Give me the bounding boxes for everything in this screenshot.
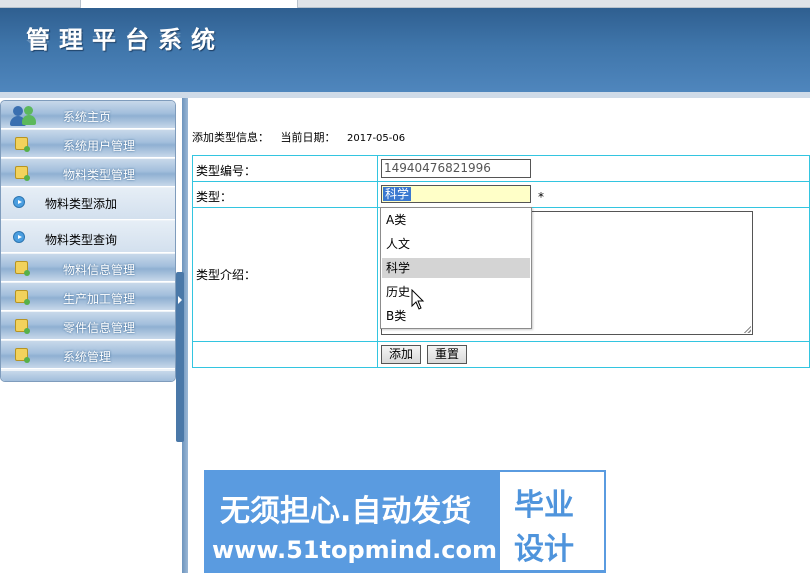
sidebar-item-label: 生产加工管理 <box>63 292 136 306</box>
type-label-cell: 类型： <box>192 181 378 208</box>
browser-tab-strip <box>0 0 810 8</box>
sidebar-item-label: 物料类型查询 <box>45 233 118 247</box>
watermark-badge-bottom: 设计 <box>514 532 574 567</box>
page-info: 添加类型信息： 当前日期： 2017-05-06 <box>192 129 413 145</box>
reset-button[interactable]: 重置 <box>427 345 467 364</box>
code-label-cell: 类型编号： <box>192 155 378 182</box>
sidebar-item-label: 系统用户管理 <box>63 139 136 153</box>
type-select[interactable]: 科学 <box>381 185 531 203</box>
watermark-badge: 毕业 设计 <box>500 472 604 570</box>
browser-tab[interactable] <box>80 0 298 8</box>
sidebar-item-material-type-management[interactable]: 物料类型管理 <box>1 159 175 187</box>
users-icon <box>9 104 39 128</box>
watermark-badge-top: 毕业 <box>514 488 574 523</box>
sidebar-item-label: 物料信息管理 <box>63 263 136 277</box>
chevron-right-icon <box>178 296 182 304</box>
button-label-cell <box>192 341 378 368</box>
type-select-cell: 科学 * <box>377 181 810 208</box>
watermark-slogan: 无须担心.自动发货 <box>220 494 472 529</box>
date-label: 当前日期： <box>280 131 336 144</box>
page-title: 添加类型信息： <box>192 131 269 144</box>
arrow-right-icon <box>13 196 25 208</box>
arrow-right-icon <box>13 231 25 243</box>
app-title-reflection: 管理平台系统 <box>26 30 224 44</box>
intro-label: 类型介绍： <box>196 268 257 282</box>
sidebar: 系统主页 系统用户管理 物料类型管理 物料类型添加 物料类型查询 物料信息管理 … <box>0 98 176 573</box>
intro-label-cell: 类型介绍： <box>192 207 378 342</box>
sidebar-subitem-add-material-type[interactable]: 物料类型添加 <box>1 188 175 220</box>
type-dropdown-list: A类 人文 科学 历史 B类 <box>380 207 532 329</box>
sidebar-item-user-management[interactable]: 系统用户管理 <box>1 130 175 158</box>
sidebar-item-label: 物料类型添加 <box>45 197 118 211</box>
type-label: 类型： <box>196 190 233 204</box>
folder-icon <box>15 137 30 152</box>
sidebar-item-home[interactable]: 系统主页 <box>1 101 175 129</box>
type-code-input[interactable]: 14940476821996 <box>381 159 531 178</box>
sidebar-item-label: 零件信息管理 <box>63 321 136 335</box>
sidebar-item-production-management[interactable]: 生产加工管理 <box>1 283 175 311</box>
sidebar-subitem-query-material-type[interactable]: 物料类型查询 <box>1 221 175 253</box>
dropdown-option[interactable]: 历史 <box>382 282 530 302</box>
sidebar-item-system-management[interactable]: 系统管理 <box>1 341 175 369</box>
dropdown-option[interactable]: A类 <box>382 210 530 230</box>
sidebar-item-label: 物料类型管理 <box>63 168 136 182</box>
type-select-value: 科学 <box>383 187 412 201</box>
sidebar-item-parts-management[interactable]: 零件信息管理 <box>1 312 175 340</box>
mouse-pointer-icon <box>411 289 425 310</box>
sidebar-item-label: 系统主页 <box>63 110 112 124</box>
folder-icon <box>15 348 30 363</box>
sidebar-item-material-info-management[interactable]: 物料信息管理 <box>1 254 175 282</box>
code-input-cell: 14940476821996 <box>377 155 810 182</box>
resize-grip-icon[interactable] <box>743 325 751 333</box>
folder-icon <box>15 290 30 305</box>
sidebar-item-label: 系统管理 <box>63 350 112 364</box>
watermark-banner: 无须担心.自动发货 www.51topmind.com 毕业 设计 <box>204 470 606 573</box>
code-label: 类型编号： <box>196 164 257 178</box>
dropdown-option[interactable]: 人文 <box>382 234 530 254</box>
folder-icon <box>15 261 30 276</box>
add-button[interactable]: 添加 <box>381 345 421 364</box>
watermark-url: www.51topmind.com <box>212 536 497 564</box>
required-mark: * <box>538 190 544 204</box>
folder-icon <box>15 166 30 181</box>
header-banner: 管理平台系统 管理平台系统 <box>0 8 810 92</box>
dropdown-option[interactable]: B类 <box>382 306 530 326</box>
dropdown-option-selected[interactable]: 科学 <box>382 258 530 278</box>
sidebar-menu: 系统主页 系统用户管理 物料类型管理 物料类型添加 物料类型查询 物料信息管理 … <box>0 100 176 382</box>
button-cell: 添加 重置 <box>377 341 810 368</box>
current-date: 2017-05-06 <box>347 133 406 144</box>
folder-icon <box>15 319 30 334</box>
sidebar-menu-footer <box>1 371 175 381</box>
